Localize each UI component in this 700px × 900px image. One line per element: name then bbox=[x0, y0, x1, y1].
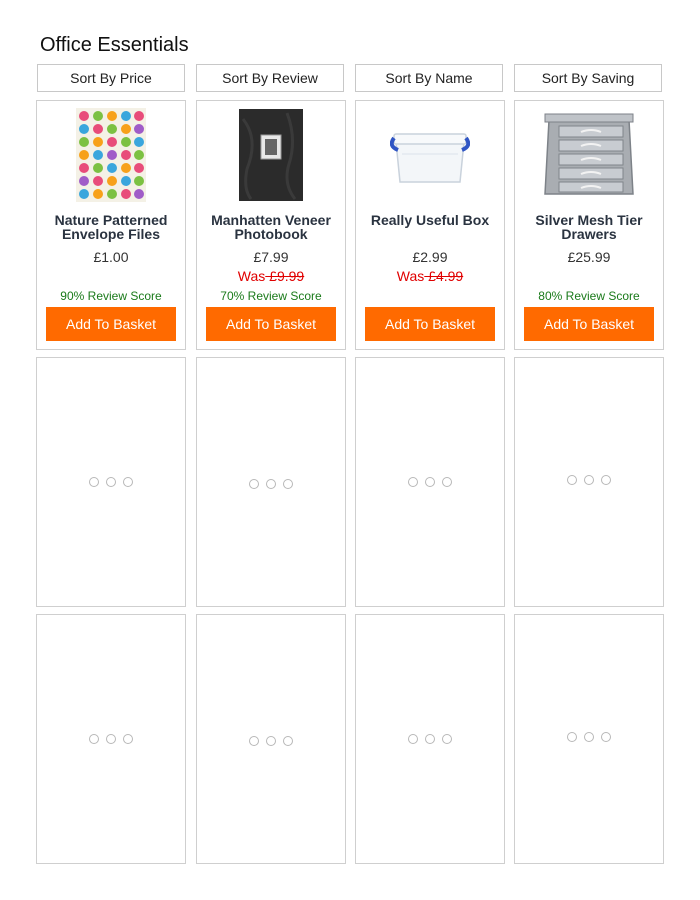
loading-dots-icon bbox=[567, 474, 611, 485]
product-name[interactable]: Silver Mesh Tier Drawers bbox=[519, 213, 659, 241]
product-name[interactable]: Really Useful Box bbox=[360, 213, 500, 227]
add-to-basket-button[interactable]: Add To Basket bbox=[46, 307, 176, 341]
was-label: Was bbox=[237, 268, 266, 284]
product-name[interactable]: Manhatten Veneer Photobook bbox=[201, 213, 341, 241]
sort-by-review-button[interactable]: Sort By Review bbox=[196, 64, 344, 92]
loading-card bbox=[36, 614, 186, 864]
loading-card bbox=[196, 614, 346, 864]
mesh-drawers-icon[interactable] bbox=[515, 107, 663, 203]
loading-card bbox=[355, 614, 505, 864]
loading-dots-icon bbox=[249, 479, 293, 490]
was-price-value: £9.99 bbox=[265, 268, 305, 284]
add-to-basket-button[interactable]: Add To Basket bbox=[206, 307, 336, 341]
product-card: Nature Patterned Envelope Files £1.00 90… bbox=[36, 100, 186, 350]
was-price: Was £4.99 bbox=[356, 268, 504, 284]
product-price: £2.99 bbox=[412, 249, 448, 265]
owl-pattern-envelope-icon[interactable] bbox=[37, 107, 185, 203]
add-to-basket-button[interactable]: Add To Basket bbox=[524, 307, 654, 341]
photobook-icon[interactable] bbox=[197, 107, 345, 203]
review-score: 90% Review Score bbox=[60, 289, 162, 303]
product-price: £25.99 bbox=[567, 249, 611, 265]
loading-dots-icon bbox=[89, 477, 133, 487]
sort-by-name-button[interactable]: Sort By Name bbox=[355, 64, 503, 92]
loading-card bbox=[514, 614, 664, 864]
product-card: Manhatten Veneer Photobook £7.99 Was £9.… bbox=[196, 100, 346, 350]
loading-card bbox=[355, 357, 505, 607]
review-score: 70% Review Score bbox=[220, 289, 322, 303]
was-label: Was bbox=[396, 268, 425, 284]
product-card: Really Useful Box £2.99 Was £4.99 Add To… bbox=[355, 100, 505, 350]
loading-dots-icon bbox=[89, 734, 133, 744]
loading-dots-icon bbox=[249, 736, 293, 747]
product-card: Silver Mesh Tier Drawers £25.99 80% Revi… bbox=[514, 100, 664, 350]
clear-storage-box-icon[interactable] bbox=[356, 107, 504, 203]
sort-by-price-button[interactable]: Sort By Price bbox=[37, 64, 185, 92]
loading-card bbox=[514, 357, 664, 607]
product-name[interactable]: Nature Patterned Envelope Files bbox=[41, 213, 181, 241]
was-price: Was £9.99 bbox=[197, 268, 345, 284]
sort-by-saving-button[interactable]: Sort By Saving bbox=[514, 64, 662, 92]
product-price: £1.00 bbox=[93, 249, 129, 265]
loading-card bbox=[36, 357, 186, 607]
page-title: Office Essentials bbox=[40, 34, 189, 56]
loading-dots-icon bbox=[567, 731, 611, 742]
product-price: £7.99 bbox=[253, 249, 289, 265]
review-score: 80% Review Score bbox=[538, 289, 640, 303]
add-to-basket-button[interactable]: Add To Basket bbox=[365, 307, 495, 341]
was-price-value: £4.99 bbox=[424, 268, 464, 284]
loading-dots-icon bbox=[408, 734, 452, 744]
loading-card bbox=[196, 357, 346, 607]
loading-dots-icon bbox=[408, 477, 452, 487]
